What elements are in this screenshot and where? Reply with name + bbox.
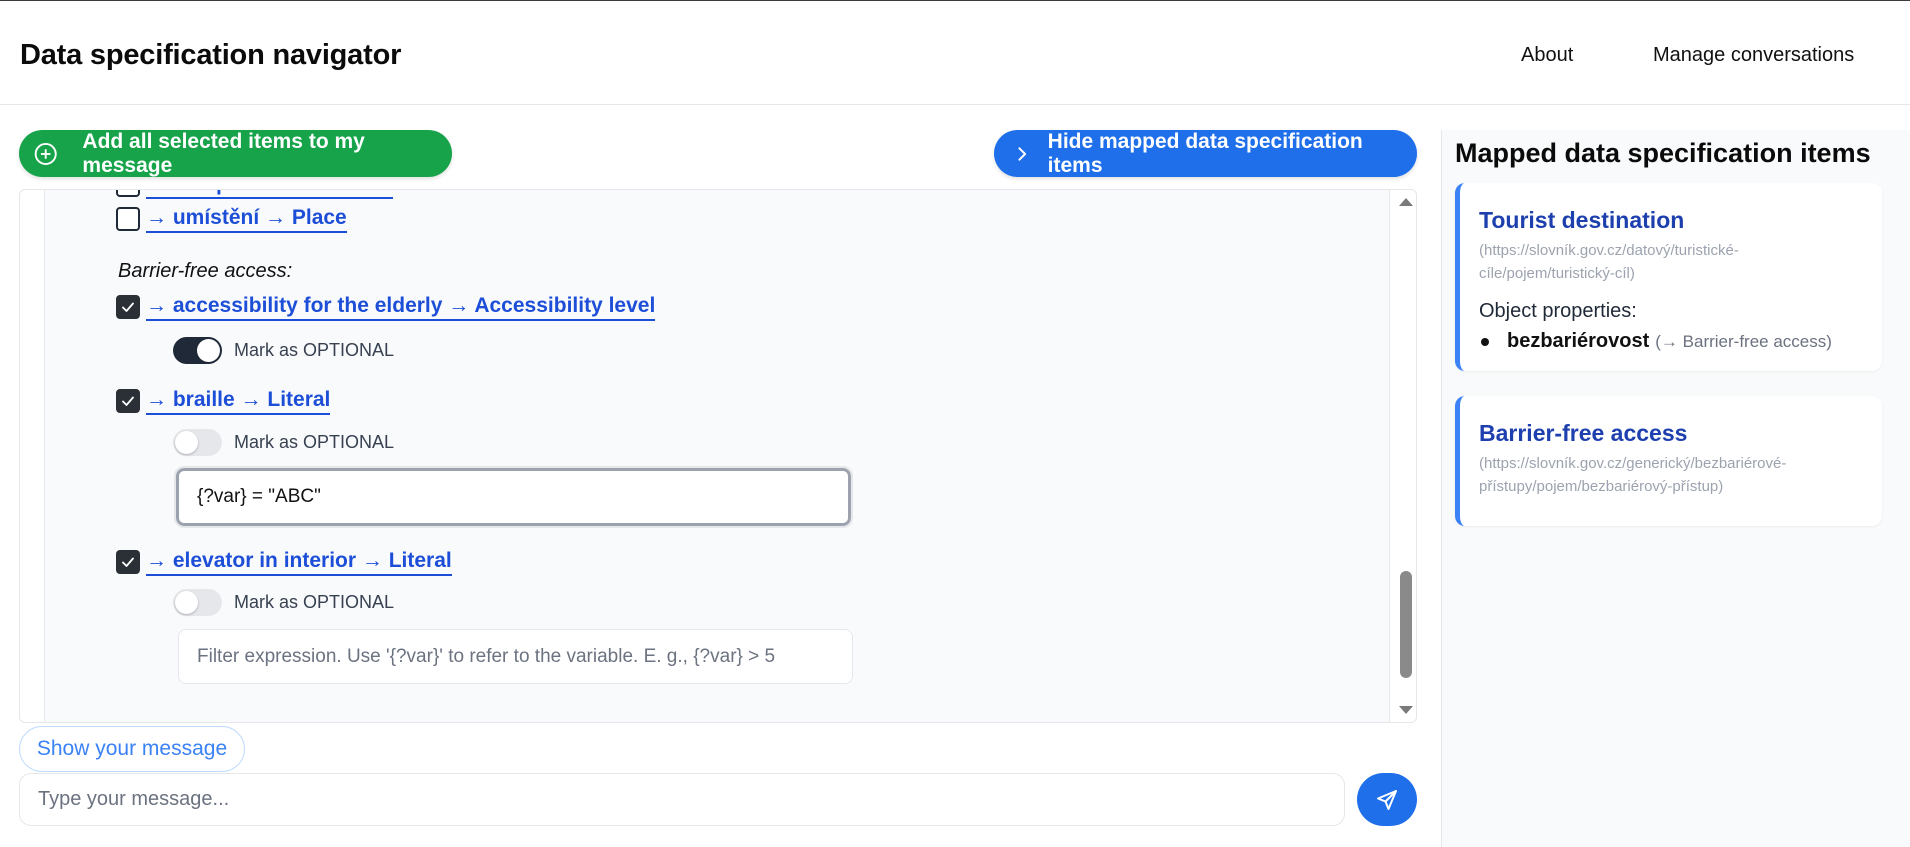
nav-manage-conversations-link[interactable]: Manage conversations: [1653, 44, 1854, 67]
checkbox[interactable]: [116, 190, 140, 197]
scrollbar-thumb[interactable]: [1400, 571, 1412, 678]
optional-toggle-label: Mark as OPTIONAL: [234, 592, 395, 612]
checkbox-checked[interactable]: [116, 550, 140, 574]
scroll-up-arrow-icon[interactable]: [1399, 198, 1413, 206]
item-link[interactable]: → elevator in interior → Literal: [146, 548, 452, 576]
message-input[interactable]: [19, 773, 1345, 826]
checkbox-checked[interactable]: [116, 389, 140, 413]
property-list-item: bezbariérovost (→ Barrier-free access): [1479, 330, 1832, 353]
list-item-place[interactable]: → umístění → Place: [116, 205, 347, 233]
check-icon: [122, 396, 134, 406]
bullet-icon: [1481, 337, 1489, 346]
item-link[interactable]: → accessibility for the elderly → Access…: [146, 293, 656, 321]
hide-mapped-items-label: Hide mapped data specification items: [1047, 129, 1363, 177]
card-url: (https://slovník.gov.cz/datový/turistick…: [1479, 242, 1739, 282]
hide-mapped-items-button[interactable]: Hide mapped data specification items: [994, 130, 1417, 177]
optional-toggle[interactable]: [173, 429, 222, 456]
mapped-item-card[interactable]: Barrier-free access (https://slovník.gov…: [1455, 396, 1882, 526]
item-link[interactable]: → vstupné → Admission: [146, 190, 393, 199]
optional-toggle-label: Mark as OPTIONAL: [234, 340, 395, 360]
list-item-admission[interactable]: → vstupné → Admission: [116, 190, 393, 199]
send-icon: [1377, 789, 1397, 810]
optional-toggle-label: Mark as OPTIONAL: [234, 432, 395, 452]
add-all-selected-button[interactable]: Add all selected items to my message: [19, 130, 452, 177]
items-scroll-panel[interactable]: → vstupné → Admission → umístění → Place…: [19, 189, 1417, 723]
check-icon: [122, 302, 134, 312]
list-item-braille[interactable]: → braille → Literal: [116, 387, 331, 415]
send-button[interactable]: [1357, 773, 1417, 826]
optional-toggle-row[interactable]: Mark as OPTIONAL: [173, 589, 394, 616]
nav-about-link[interactable]: About: [1521, 44, 1573, 67]
plus-circle-icon: [34, 142, 57, 165]
show-your-message-button[interactable]: Show your message: [19, 726, 245, 772]
item-link[interactable]: → braille → Literal: [146, 387, 331, 415]
sidebar-title: Mapped data specification items: [1455, 138, 1871, 168]
list-item-accessibility-elderly[interactable]: → accessibility for the elderly → Access…: [116, 293, 656, 321]
mapped-item-card[interactable]: Tourist destination (https://slovník.gov…: [1455, 183, 1882, 371]
filter-expression-input[interactable]: [174, 466, 853, 528]
vertical-scrollbar[interactable]: [1392, 190, 1416, 722]
optional-toggle-row[interactable]: Mark as OPTIONAL: [173, 337, 394, 364]
list-item-elevator[interactable]: → elevator in interior → Literal: [116, 548, 452, 576]
checkbox[interactable]: [116, 207, 140, 231]
property-name: bezbariérovost: [1507, 330, 1650, 352]
section-title: Barrier-free access:: [118, 260, 293, 282]
item-link[interactable]: → umístění → Place: [146, 205, 347, 233]
checkbox-checked[interactable]: [116, 295, 140, 319]
app-header: Data specification navigator About Manag…: [0, 2, 1910, 105]
optional-toggle[interactable]: [173, 589, 222, 616]
chevron-right-icon: [1018, 146, 1027, 161]
check-icon: [122, 557, 134, 567]
property-note: (→ Barrier-free access): [1655, 331, 1832, 351]
card-title[interactable]: Tourist destination: [1479, 207, 1684, 234]
card-url: (https://slovník.gov.cz/generický/bezbar…: [1479, 455, 1787, 495]
card-title[interactable]: Barrier-free access: [1479, 420, 1687, 447]
object-properties-label: Object properties:: [1479, 300, 1637, 322]
mapped-items-sidebar: Mapped data specification items Tourist …: [1441, 130, 1910, 847]
optional-toggle[interactable]: [173, 337, 222, 364]
optional-toggle-row[interactable]: Mark as OPTIONAL: [173, 429, 394, 456]
items-list: → vstupné → Admission → umístění → Place…: [44, 190, 1390, 722]
app-title: Data specification navigator: [20, 39, 402, 71]
scroll-down-arrow-icon[interactable]: [1399, 706, 1413, 714]
filter-expression-input[interactable]: [178, 629, 853, 684]
add-all-selected-label: Add all selected items to my message: [82, 129, 365, 177]
